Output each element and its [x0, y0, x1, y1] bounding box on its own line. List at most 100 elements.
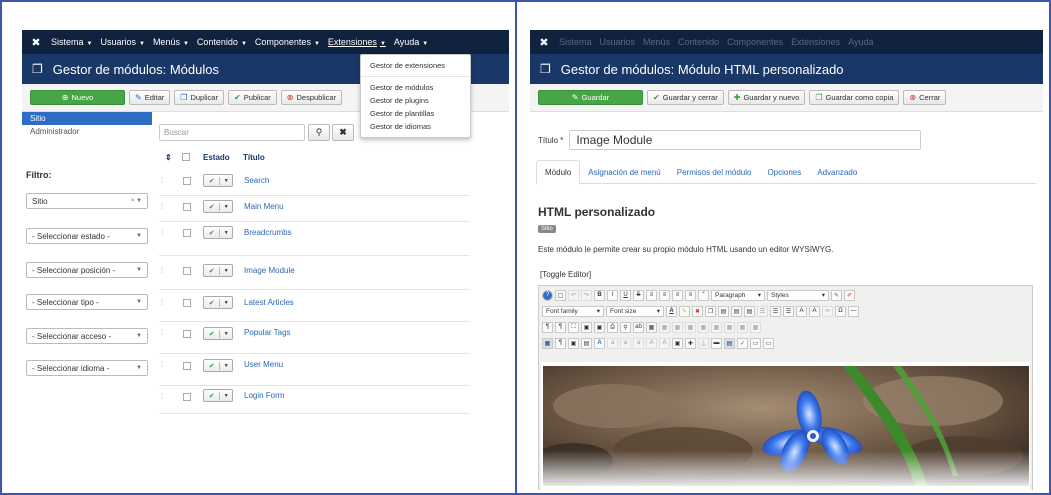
filter-access-select[interactable]: - Seleccionar acceso - ▼	[26, 328, 148, 344]
delete-col-icon[interactable]: ▦	[724, 321, 735, 333]
state-toggle[interactable]: ✔ ▼	[203, 264, 233, 277]
align-right-icon[interactable]: ≡	[672, 289, 683, 301]
font-style-icon[interactable]: A	[594, 337, 605, 349]
filter-type-select[interactable]: - Seleccionar tipo - ▼	[26, 294, 148, 310]
drag-handle-icon[interactable]: ⁞	[161, 328, 163, 337]
new-button[interactable]: ⊕ Nuevo	[30, 90, 125, 105]
clear-search-button[interactable]: ✖	[332, 124, 354, 141]
ordered-list-icon[interactable]: ☰	[770, 305, 781, 317]
menu-item-plugin-manager[interactable]: Gestor de plugins	[361, 94, 470, 107]
paste-word-icon[interactable]: ▤	[744, 305, 755, 317]
tab-module-permissions[interactable]: Permisos del módulo	[669, 160, 760, 184]
sort-ordering-header[interactable]: ⇕	[165, 153, 172, 162]
replace-icon[interactable]: ab	[633, 321, 644, 333]
state-toggle[interactable]: ✔ ▼	[203, 296, 233, 309]
insert-col-icon[interactable]: ▦	[711, 321, 722, 333]
delete-icon[interactable]: A	[659, 337, 670, 349]
search-button[interactable]: ⚲	[308, 124, 330, 141]
menu-item-module-manager[interactable]: Gestor de módulos	[361, 81, 470, 94]
row-checkbox[interactable]	[183, 203, 191, 211]
nonbreaking-icon[interactable]: ▬	[711, 337, 722, 349]
link-icon[interactable]: ∞	[822, 305, 833, 317]
filter-state-select[interactable]: - Seleccionar estado - ▼	[26, 228, 148, 244]
filter-position-select[interactable]: - Seleccionar posición - ▼	[26, 262, 148, 278]
save-copy-button[interactable]: ❐ Guardar como copia	[809, 90, 900, 105]
menu-item-language-manager[interactable]: Gestor de idiomas	[361, 120, 470, 133]
styles-select[interactable]: Styles ▾	[767, 289, 829, 301]
filter-language-select[interactable]: - Seleccionar idioma - ▼	[26, 360, 148, 376]
template-icon[interactable]: ▣	[568, 337, 579, 349]
insert-row-icon[interactable]: ▦	[685, 321, 696, 333]
new-document-icon[interactable]: ▢	[555, 289, 566, 301]
subscript-icon[interactable]: A	[796, 305, 807, 317]
state-toggle[interactable]: ✔ ▼	[203, 327, 233, 340]
italic-icon[interactable]: I	[607, 289, 618, 301]
highlight-icon[interactable]: ✎	[679, 305, 690, 317]
module-title-link[interactable]: Image Module	[244, 266, 295, 275]
row-checkbox[interactable]	[183, 330, 191, 338]
code-icon[interactable]: ▤	[724, 337, 735, 349]
row-checkbox[interactable]	[183, 267, 191, 275]
joomla-logo-icon[interactable]: ✖	[30, 36, 42, 49]
spellcheck-icon[interactable]: ✓	[737, 337, 748, 349]
delete-row-icon[interactable]: ▦	[698, 321, 709, 333]
nav-menus[interactable]: Menús ▼	[153, 37, 189, 47]
table-icon[interactable]: ▦	[646, 321, 657, 333]
toggle-editor-link[interactable]: [Toggle Editor]	[540, 270, 591, 279]
insert-icon[interactable]: A	[646, 337, 657, 349]
abbr-icon[interactable]: a	[607, 337, 618, 349]
clear-icon[interactable]: ×	[131, 198, 135, 204]
module-title-link[interactable]: Latest Articles	[244, 298, 294, 307]
nav-usuarios[interactable]: Usuarios ▼	[100, 37, 144, 47]
title-column-header[interactable]: Título	[243, 153, 265, 162]
readmore-icon[interactable]: ▭	[763, 337, 774, 349]
font-size-select[interactable]: Font size ▾	[606, 305, 664, 317]
nav-componentes[interactable]: Componentes ▼	[255, 37, 320, 47]
state-toggle[interactable]: ✔ ▼	[203, 389, 233, 402]
module-title-link[interactable]: User Menu	[244, 360, 283, 369]
state-toggle[interactable]: ✔ ▼	[203, 200, 233, 213]
merge-cells-icon[interactable]: ▦	[750, 321, 761, 333]
font-family-select[interactable]: Font family ▾	[542, 305, 604, 317]
find-icon[interactable]: ⚲	[620, 321, 631, 333]
drag-handle-icon[interactable]: ⁞	[161, 228, 163, 237]
close-button[interactable]: ⊗ Cerrar	[903, 90, 947, 105]
acronym-icon[interactable]: a	[620, 337, 631, 349]
cite-icon[interactable]: a	[633, 337, 644, 349]
drag-handle-icon[interactable]: ⁞	[161, 202, 163, 211]
horizontal-rule-icon[interactable]: —	[848, 305, 859, 317]
save-close-button[interactable]: ✔ Guardar y cerrar	[647, 90, 724, 105]
module-title-link[interactable]: Main Menu	[244, 202, 284, 211]
sidebar-item-sitio[interactable]: Sitio	[22, 112, 152, 125]
media-icon[interactable]: ✚	[685, 337, 696, 349]
strikethrough-icon[interactable]: S	[633, 289, 644, 301]
nav-extensiones[interactable]: Extensiones ▼	[328, 37, 386, 47]
show-blocks-icon[interactable]: ¶	[555, 337, 566, 349]
search-input[interactable]: Buscar	[159, 124, 305, 141]
tab-options[interactable]: Opciones	[759, 160, 809, 184]
align-left-icon[interactable]: ≡	[646, 289, 657, 301]
nav-ayuda[interactable]: Ayuda ▼	[394, 37, 428, 47]
select-all-checkbox[interactable]	[182, 153, 190, 161]
paste-text-icon[interactable]: ▤	[731, 305, 742, 317]
superscript-icon[interactable]: A	[809, 305, 820, 317]
menu-item-extension-manager[interactable]: Gestor de extensiones	[361, 59, 470, 72]
drag-handle-icon[interactable]: ⁞	[161, 392, 163, 401]
underline-icon[interactable]: U	[620, 289, 631, 301]
filter-client-select[interactable]: Sitio × ▼	[26, 193, 148, 209]
module-title-link[interactable]: Breadcrumbs	[244, 228, 292, 237]
row-checkbox[interactable]	[183, 362, 191, 370]
row-checkbox[interactable]	[183, 229, 191, 237]
edit-button[interactable]: ✎ Editar	[129, 90, 171, 105]
duplicate-button[interactable]: ❐ Duplicar	[174, 90, 224, 105]
visual-aid-icon[interactable]: ▦	[542, 337, 553, 349]
rtl-icon[interactable]: ¶	[555, 321, 566, 333]
save-button[interactable]: ✎ Guardar	[538, 90, 643, 105]
unpublish-button[interactable]: ⊗ Despublicar	[280, 90, 343, 105]
state-toggle[interactable]: ✔ ▼	[203, 174, 233, 187]
module-title-link[interactable]: Popular Tags	[244, 328, 291, 337]
tab-menu-assignment[interactable]: Asignación de menú	[580, 160, 669, 184]
row-props-icon[interactable]: ▦	[659, 321, 670, 333]
editor-content-area[interactable]	[541, 362, 1030, 490]
row-checkbox[interactable]	[183, 177, 191, 185]
